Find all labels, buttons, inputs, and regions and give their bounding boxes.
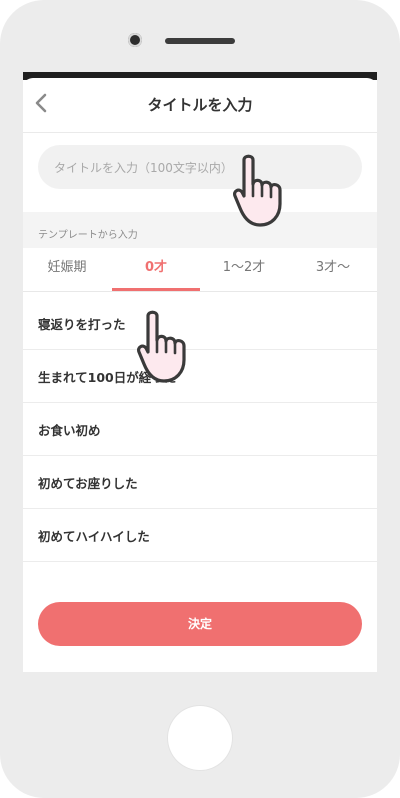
- tab-age-3-plus[interactable]: 3才〜: [289, 248, 377, 290]
- title-input[interactable]: [52, 145, 346, 191]
- title-input-wrapper: [38, 145, 362, 191]
- tab-age-1-2[interactable]: 1〜2才: [200, 248, 288, 290]
- sheet-header: タイトルを入力: [23, 78, 377, 133]
- chevron-left-icon: [35, 93, 47, 113]
- pointing-hand-icon: [232, 154, 298, 228]
- list-item-label: 寝返りを打った: [38, 317, 126, 332]
- tab-age-0[interactable]: 0才: [112, 248, 200, 290]
- submit-button[interactable]: 決定: [38, 602, 362, 646]
- list-item[interactable]: お食い初め: [23, 402, 377, 456]
- page-title: タイトルを入力: [147, 96, 253, 114]
- list-item[interactable]: 初めてハイハイした: [23, 508, 377, 562]
- list-item-label: 初めてお座りした: [38, 476, 138, 491]
- tab-pregnancy[interactable]: 妊娠期: [23, 248, 111, 290]
- pointing-hand-icon: [136, 310, 202, 384]
- list-item-label: お食い初め: [38, 423, 101, 438]
- active-tab-indicator: [112, 288, 200, 291]
- template-section-header: テンプレートから入力: [23, 212, 377, 248]
- phone-frame: タイトルを入力 テンプレートから入力 妊娠期 0才 1〜2才 3才〜: [0, 0, 400, 798]
- home-button[interactable]: [168, 706, 232, 770]
- age-tabs: 妊娠期 0才 1〜2才 3才〜: [23, 248, 377, 292]
- list-item-label: 初めてハイハイした: [38, 529, 150, 544]
- back-button[interactable]: [31, 92, 53, 114]
- list-item[interactable]: 初めてお座りした: [23, 455, 377, 509]
- speaker-grille: [165, 38, 235, 44]
- template-section-label: テンプレートから入力: [38, 230, 138, 241]
- camera-icon: [128, 33, 142, 47]
